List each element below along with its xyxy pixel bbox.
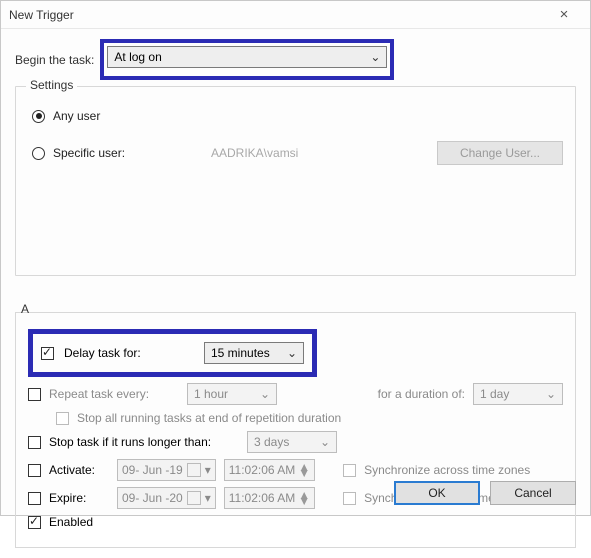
- enabled-label: Enabled: [49, 515, 93, 529]
- activate-time-value: 11:02:06 AM: [229, 463, 296, 477]
- expire-date-input[interactable]: 09- Jun -20 ▾: [117, 487, 216, 509]
- close-icon[interactable]: ×: [546, 6, 582, 23]
- begin-task-value: At log on: [114, 50, 161, 64]
- settings-group: Settings Any user Specific user: AADRIKA…: [15, 86, 576, 276]
- activate-date-input[interactable]: 09- Jun -19 ▾: [117, 459, 216, 481]
- delay-task-select[interactable]: 15 minutes ⌄: [204, 342, 304, 364]
- checkbox-expire-sync: [343, 492, 356, 505]
- repeat-duration-select[interactable]: 1 day ⌄: [473, 383, 563, 405]
- checkbox-expire[interactable]: [28, 492, 41, 505]
- expire-time-input[interactable]: 11:02:06 AM ▲▼: [224, 487, 315, 509]
- highlight-delay: Delay task for: 15 minutes ⌄: [28, 329, 317, 377]
- specific-user-value: AADRIKA\vamsi: [211, 146, 411, 160]
- chevron-down-icon: ⌄: [370, 50, 380, 64]
- expire-date-value: 09- Jun -20: [122, 491, 183, 505]
- activate-sync-label: Synchronize across time zones: [364, 463, 530, 477]
- dialog-title: New Trigger: [9, 8, 546, 22]
- radio-any-user[interactable]: [32, 110, 45, 123]
- chevron-down-icon: ⌄: [260, 387, 270, 401]
- ok-button[interactable]: OK: [394, 481, 480, 505]
- change-user-button[interactable]: Change User...: [437, 141, 563, 165]
- checkbox-activate[interactable]: [28, 464, 41, 477]
- chevron-down-icon: ▾: [205, 491, 211, 505]
- chevron-down-icon: ▾: [205, 463, 211, 477]
- checkbox-repeat-task[interactable]: [28, 388, 41, 401]
- begin-task-select[interactable]: At log on ⌄: [107, 46, 387, 68]
- dialog-footer: OK Cancel: [394, 481, 576, 505]
- specific-user-label: Specific user:: [53, 146, 203, 160]
- calendar-icon: [187, 463, 201, 477]
- chevron-down-icon: ⌄: [546, 387, 556, 401]
- settings-legend: Settings: [26, 78, 77, 92]
- advanced-group: Delay task for: 15 minutes ⌄ Repeat task…: [15, 312, 576, 548]
- chevron-down-icon: ⌄: [287, 346, 297, 360]
- delay-task-label: Delay task for:: [64, 346, 194, 360]
- repeat-duration-value: 1 day: [480, 387, 509, 401]
- activate-label: Activate:: [49, 463, 109, 477]
- any-user-label: Any user: [53, 109, 100, 123]
- highlight-begin: At log on ⌄: [100, 39, 394, 80]
- repeat-interval-select[interactable]: 1 hour ⌄: [187, 383, 277, 405]
- checkbox-stop-at-end: [56, 412, 69, 425]
- repeat-task-label: Repeat task every:: [49, 387, 179, 401]
- expire-time-value: 11:02:06 AM: [229, 491, 296, 505]
- checkbox-stop-if-longer[interactable]: [28, 436, 41, 449]
- calendar-icon: [187, 491, 201, 505]
- checkbox-delay-task[interactable]: [41, 347, 54, 360]
- repeat-duration-label: for a duration of:: [378, 387, 465, 401]
- dialog-new-trigger: New Trigger × Begin the task: At log on …: [0, 0, 591, 516]
- delay-task-value: 15 minutes: [211, 346, 270, 360]
- stop-if-longer-select[interactable]: 3 days ⌄: [247, 431, 337, 453]
- expire-label: Expire:: [49, 491, 109, 505]
- chevron-down-icon: ⌄: [320, 435, 330, 449]
- spinner-icon: ▲▼: [298, 492, 310, 504]
- cancel-button[interactable]: Cancel: [490, 481, 576, 505]
- begin-task-label: Begin the task:: [15, 53, 94, 67]
- spinner-icon: ▲▼: [298, 464, 310, 476]
- checkbox-activate-sync: [343, 464, 356, 477]
- stop-if-longer-value: 3 days: [254, 435, 289, 449]
- repeat-interval-value: 1 hour: [194, 387, 228, 401]
- stop-if-longer-label: Stop task if it runs longer than:: [49, 435, 239, 449]
- activate-time-input[interactable]: 11:02:06 AM ▲▼: [224, 459, 315, 481]
- radio-specific-user[interactable]: [32, 147, 45, 160]
- stop-at-end-label: Stop all running tasks at end of repetit…: [77, 411, 341, 425]
- titlebar: New Trigger ×: [1, 1, 590, 29]
- checkbox-enabled[interactable]: [28, 516, 41, 529]
- activate-date-value: 09- Jun -19: [122, 463, 183, 477]
